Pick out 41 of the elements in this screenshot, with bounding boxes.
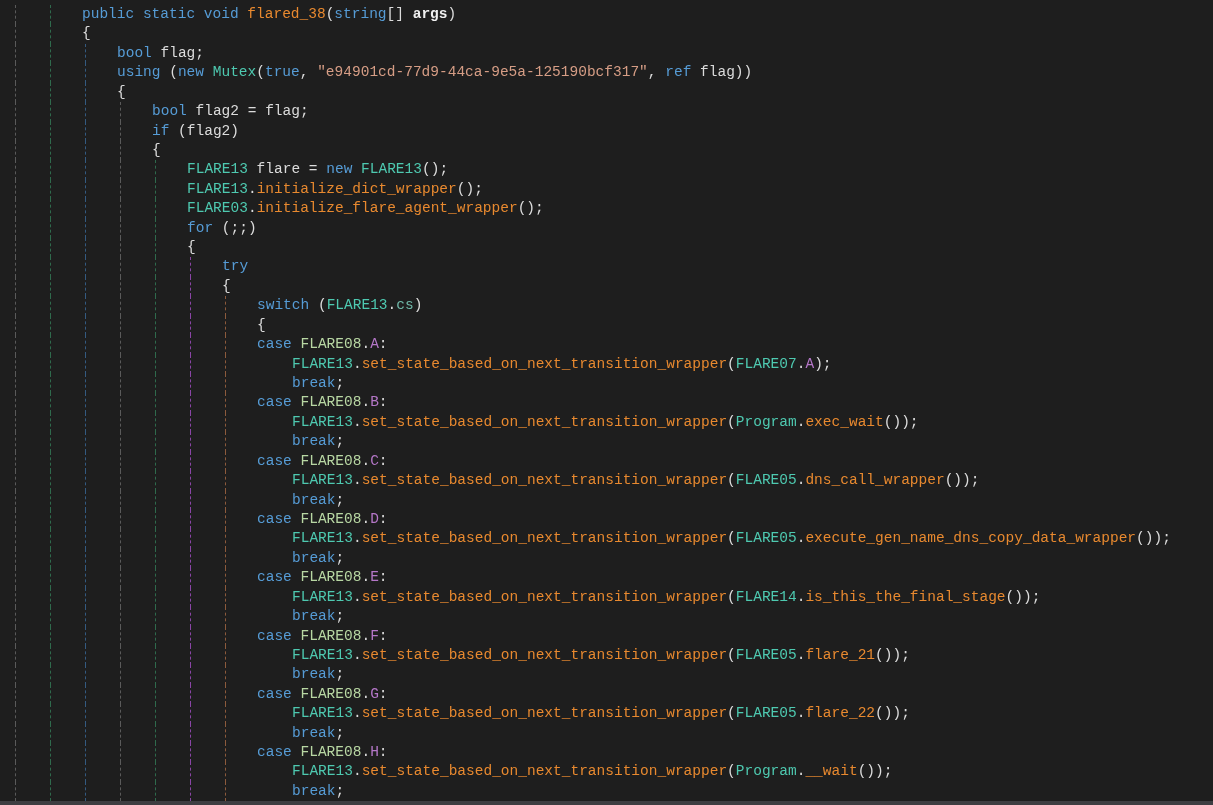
code-line: public static void flared_38(string[] args) — [82, 5, 457, 24]
code-line: { — [152, 140, 161, 160]
code-line: break; — [292, 665, 345, 685]
code-line: bool flag2 = flag; — [152, 102, 309, 122]
code-line: { — [117, 82, 126, 102]
code-line: try — [222, 257, 249, 277]
code-line: FLARE13.set_state_based_on_next_transition_wrapper(FLARE05.execute_gen_name_dns_copy_data_wrapper()); — [292, 529, 1171, 549]
code-line: if (flag2) — [152, 121, 240, 141]
code-line: FLARE13.set_state_based_on_next_transition_wrapper(FLARE05.flare_22()); — [292, 704, 910, 724]
code-line: FLARE13.set_state_based_on_next_transition_wrapper(FLARE05.dns_call_wrapper()); — [292, 471, 980, 491]
code-line: FLARE13 flare = new FLARE13(); — [187, 160, 449, 180]
code-line: case FLARE08.F: — [257, 626, 388, 646]
code-line: { — [257, 315, 266, 335]
code-line: break; — [292, 548, 345, 568]
code-line: FLARE13.initialize_dict_wrapper(); — [187, 179, 483, 199]
code-line: for (;;) — [187, 218, 257, 238]
code-line: FLARE13.set_state_based_on_next_transition_wrapper(Program.exec_wait()); — [292, 412, 919, 432]
code-line: case FLARE08.C: — [257, 451, 388, 471]
code-line: FLARE13.set_state_based_on_next_transition_wrapper(FLARE14.is_this_the_final_stage()); — [292, 587, 1041, 607]
code-line: case FLARE08.H: — [257, 743, 388, 763]
code-line: case FLARE08.B: — [257, 393, 388, 413]
code-line: switch (FLARE13.cs) — [257, 296, 423, 316]
code-line: break; — [292, 607, 345, 627]
code-line: case FLARE08.E: — [257, 568, 388, 588]
code-line: FLARE13.set_state_based_on_next_transition_wrapper(Program.__wait()); — [292, 762, 893, 782]
code-line: FLARE13.set_state_based_on_next_transition_wrapper(FLARE07.A); — [292, 354, 832, 374]
code-line: { — [187, 238, 196, 258]
code-line: break; — [292, 432, 345, 452]
code-line: { — [82, 24, 91, 44]
code-line: bool flag; — [117, 43, 205, 63]
code-line: break; — [292, 781, 345, 801]
code-line: FLARE13.set_state_based_on_next_transition_wrapper(FLARE05.flare_21()); — [292, 645, 910, 665]
code-line: using (new Mutex(true, "e94901cd-77d9-44ca-9e5a-125190bcf317", ref flag)) — [117, 63, 753, 83]
code-line: FLARE03.initialize_flare_agent_wrapper(); — [187, 199, 544, 219]
code-line: { — [222, 276, 231, 296]
code-line: case FLARE08.G: — [257, 684, 388, 704]
code-line: case FLARE08.A: — [257, 335, 388, 355]
code-line: break; — [292, 723, 345, 743]
code-line: break; — [292, 490, 345, 510]
code-line: case FLARE08.D: — [257, 509, 388, 529]
code-line: break; — [292, 374, 345, 393]
